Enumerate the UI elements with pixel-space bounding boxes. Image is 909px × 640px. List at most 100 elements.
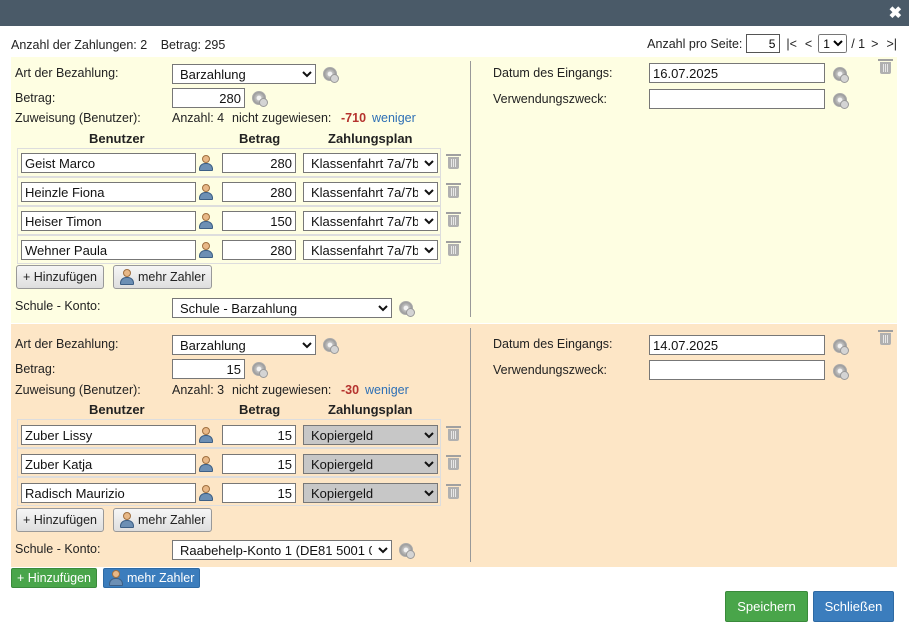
payment-plan-select[interactable]: Kopiergeld xyxy=(303,483,438,503)
less-link[interactable]: weniger xyxy=(372,111,416,125)
purpose-input[interactable] xyxy=(649,360,825,380)
school-account-label: Schule - Konto: xyxy=(15,542,101,556)
settings-gear-icon[interactable] xyxy=(833,93,849,109)
user-picker-icon[interactable] xyxy=(199,456,213,472)
user-icon xyxy=(109,570,123,586)
settings-gear-icon[interactable] xyxy=(252,91,268,107)
first-page-button[interactable]: |< xyxy=(784,37,799,51)
payment-plan-select[interactable]: Klassenfahrt 7a/7b xyxy=(303,182,438,202)
settings-gear-icon[interactable] xyxy=(833,67,849,83)
column-header-plan: Zahlungsplan xyxy=(328,131,413,146)
purpose-label: Verwendungszweck: xyxy=(493,363,607,377)
add-payment-button[interactable]: + Hinzufügen xyxy=(11,568,98,588)
user-name-input[interactable] xyxy=(21,153,196,173)
add-user-button[interactable]: + Hinzufügen xyxy=(16,508,105,532)
dialog-titlebar: ✖ xyxy=(0,0,909,26)
user-picker-icon[interactable] xyxy=(199,485,213,501)
row-amount-input[interactable] xyxy=(222,425,296,445)
settings-gear-icon[interactable] xyxy=(252,362,268,378)
column-header-user: Benutzer xyxy=(89,402,145,417)
user-picker-icon[interactable] xyxy=(199,242,213,258)
less-link[interactable]: weniger xyxy=(365,383,409,397)
payment-type-label: Art der Bezahlung: xyxy=(15,66,119,80)
user-name-input[interactable] xyxy=(21,483,196,503)
close-icon[interactable]: ✖ xyxy=(889,3,902,23)
amount-input[interactable] xyxy=(172,88,245,108)
user-name-input[interactable] xyxy=(21,454,196,474)
trash-icon[interactable] xyxy=(446,154,461,169)
amount-label: Betrag: xyxy=(15,362,56,376)
save-button[interactable]: Speichern xyxy=(725,591,808,622)
pagination: Anzahl pro Seite: |< < 1 / 1 > >| xyxy=(647,34,899,53)
per-page-input[interactable] xyxy=(746,34,781,53)
last-page-button[interactable]: >| xyxy=(884,37,899,51)
payment-block: Art der Bezahlung: Barzahlung Betrag: Zu… xyxy=(11,57,897,323)
row-amount-input[interactable] xyxy=(222,182,296,202)
payment-plan-select[interactable]: Klassenfahrt 7a/7b xyxy=(303,211,438,231)
settings-gear-icon[interactable] xyxy=(833,364,849,380)
school-account-select[interactable]: Raabehelp-Konto 1 (DE81 5001 0 xyxy=(172,540,392,560)
page-select[interactable]: 1 xyxy=(818,34,848,53)
settings-gear-icon[interactable] xyxy=(833,339,849,355)
row-amount-input[interactable] xyxy=(222,211,296,231)
user-icon xyxy=(120,512,134,528)
delete-payment-icon[interactable] xyxy=(878,330,893,345)
trash-icon[interactable] xyxy=(446,426,461,441)
user-name-input[interactable] xyxy=(21,240,196,260)
user-picker-icon[interactable] xyxy=(199,184,213,200)
user-picker-icon[interactable] xyxy=(199,427,213,443)
assignment-label: Zuweisung (Benutzer): xyxy=(15,111,141,125)
payment-type-select[interactable]: Barzahlung xyxy=(172,64,316,84)
trash-icon[interactable] xyxy=(446,212,461,227)
column-divider xyxy=(470,61,471,317)
payment-plan-select[interactable]: Klassenfahrt 7a/7b xyxy=(303,240,438,260)
per-page-label: Anzahl pro Seite: xyxy=(647,36,743,51)
payment-plan-select[interactable]: Kopiergeld xyxy=(303,454,438,474)
settings-gear-icon[interactable] xyxy=(323,338,339,354)
payment-block: Art der Bezahlung: Barzahlung Betrag: Zu… xyxy=(11,324,897,567)
amount-input[interactable] xyxy=(172,359,245,379)
more-payers-footer-button[interactable]: mehr Zahler xyxy=(103,568,201,588)
trash-icon[interactable] xyxy=(446,241,461,256)
unassigned-amount: -30 xyxy=(341,383,360,397)
trash-icon[interactable] xyxy=(446,484,461,499)
more-payers-button[interactable]: mehr Zahler xyxy=(113,265,213,289)
payment-type-select[interactable]: Barzahlung xyxy=(172,335,316,355)
receipt-date-input[interactable] xyxy=(649,63,825,83)
prev-page-button[interactable]: < xyxy=(803,37,814,51)
row-amount-input[interactable] xyxy=(222,483,296,503)
user-picker-icon[interactable] xyxy=(199,213,213,229)
column-header-amount: Betrag xyxy=(239,402,281,417)
row-amount-input[interactable] xyxy=(222,153,296,173)
column-header-plan: Zahlungsplan xyxy=(328,402,413,417)
row-amount-input[interactable] xyxy=(222,454,296,474)
assignment-count: Anzahl: 4 xyxy=(172,111,225,125)
payment-plan-select[interactable]: Kopiergeld xyxy=(303,425,438,445)
user-name-input[interactable] xyxy=(21,182,196,202)
close-button[interactable]: Schließen xyxy=(813,591,894,622)
row-amount-input[interactable] xyxy=(222,240,296,260)
more-payers-button[interactable]: mehr Zahler xyxy=(113,508,213,532)
add-user-button[interactable]: + Hinzufügen xyxy=(16,265,105,289)
user-icon xyxy=(120,269,134,285)
purpose-label: Verwendungszweck: xyxy=(493,92,607,106)
user-name-input[interactable] xyxy=(21,211,196,231)
delete-payment-icon[interactable] xyxy=(878,59,893,74)
receipt-date-input[interactable] xyxy=(649,335,825,355)
user-name-input[interactable] xyxy=(21,425,196,445)
purpose-input[interactable] xyxy=(649,89,825,109)
settings-gear-icon[interactable] xyxy=(399,543,415,559)
trash-icon[interactable] xyxy=(446,183,461,198)
payment-plan-select[interactable]: Klassenfahrt 7a/7b xyxy=(303,153,438,173)
settings-gear-icon[interactable] xyxy=(323,67,339,83)
receipt-date-label: Datum des Eingangs: xyxy=(493,66,613,80)
unassigned-label: nicht zugewiesen: xyxy=(232,111,332,125)
school-account-label: Schule - Konto: xyxy=(15,299,101,313)
payment-total: Betrag: 295 xyxy=(160,38,226,52)
user-picker-icon[interactable] xyxy=(199,155,213,171)
next-page-button[interactable]: > xyxy=(869,37,880,51)
school-account-select[interactable]: Schule - Barzahlung xyxy=(172,298,392,318)
trash-icon[interactable] xyxy=(446,455,461,470)
settings-gear-icon[interactable] xyxy=(399,301,415,317)
assignment-label: Zuweisung (Benutzer): xyxy=(15,383,141,397)
